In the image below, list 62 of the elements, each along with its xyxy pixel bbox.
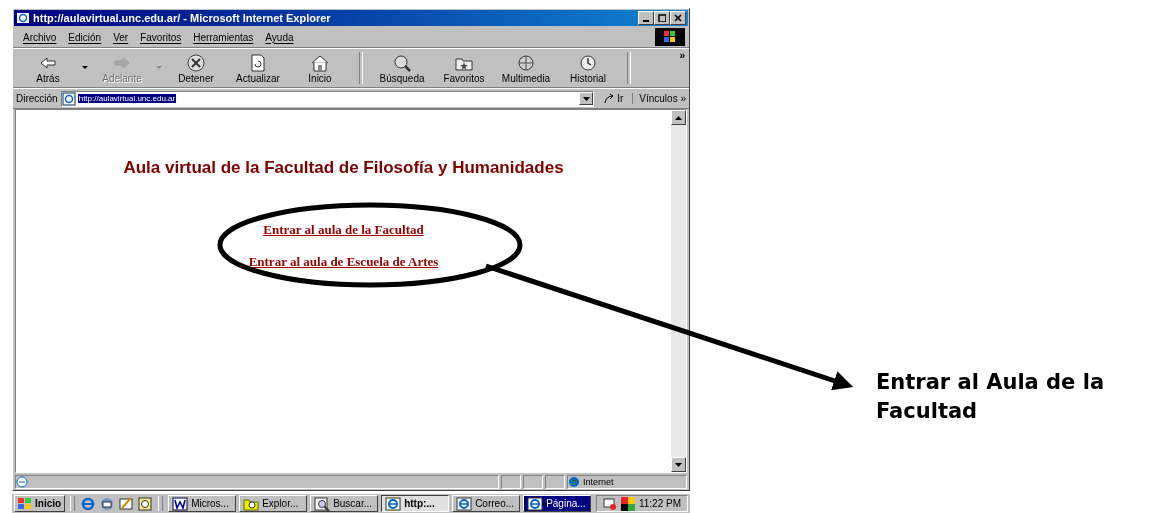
windows-flag-icon [18,497,32,510]
clock: 11:22 PM [638,498,681,509]
menu-item[interactable]: Ver [107,30,135,44]
taskbar-button[interactable]: Página... [523,495,592,512]
toolbar-button[interactable]: Inicio [289,49,351,87]
page-link[interactable]: Entrar al aula de Escuela de Artes [248,254,439,270]
zone-label: Internet [583,476,614,487]
vertical-scrollbar[interactable] [671,110,686,472]
maximize-icon [658,14,666,22]
status-pane [523,474,543,489]
page-icon [61,91,76,106]
window-title: http://aulavirtual.unc.edu.ar/ - Microsoft Internet Explorer [33,12,332,24]
address-field[interactable]: http://aulavirtual.unc.edu.ar [60,90,595,107]
dropdown-arrow-icon [582,96,590,101]
globe-icon [568,475,580,488]
menu-item[interactable]: Ayuda [259,30,300,44]
dropdown-caret-icon [82,66,88,70]
links-button[interactable]: Vínculos » [632,93,686,104]
go-arrow-icon [603,92,616,105]
menu-item[interactable]: Favoritos [134,30,188,44]
dropdown-caret-icon [156,66,162,70]
taskbar-button[interactable]: Buscar... [310,495,379,512]
color-squares-icon [620,496,635,511]
toolbar-button[interactable]: Multimedia [495,49,557,87]
clock-icon [577,52,599,73]
scroll-up-icon [675,115,682,120]
toolbar-button[interactable]: Atrás [17,49,79,87]
go-button[interactable]: Ir [597,92,630,105]
magnifier-icon[interactable] [137,495,154,512]
callout-text: Entrar al Aula de la Facultad [876,369,1106,426]
browser-e-icon[interactable] [80,495,97,512]
desktop-pencil-icon[interactable] [118,495,135,512]
toolbar-button[interactable]: Favoritos [433,49,495,87]
page-heading: Aula virtual de la Facultad de Filosofía y Humanidades [123,158,564,178]
taskbar-button[interactable]: Micros... [168,495,237,512]
minimize-button[interactable] [638,11,654,25]
page-status-icon [16,475,28,488]
taskbar-button[interactable]: http:... [381,495,450,512]
maximize-button[interactable] [654,11,670,25]
menu-item[interactable]: Edición [62,30,108,44]
toolbar-button[interactable]: Detener [165,49,227,87]
address-label: Dirección [16,93,58,104]
taskbar-button[interactable]: Correo... [452,495,521,512]
envelope-globe-icon[interactable] [99,495,116,512]
more-chevron[interactable]: » [679,49,685,61]
page-link[interactable]: Entrar al aula de la Facultad [263,222,424,238]
toolbar-button[interactable]: Búsqueda [371,49,433,87]
browser-icon [16,11,30,25]
toolbar-button[interactable]: Historial [557,49,619,87]
toolbar-button[interactable]: Actualizar [227,49,289,87]
stop-icon [185,52,207,73]
scroll-down-icon [675,462,682,467]
taskbar-button[interactable]: Explor... [239,495,308,512]
status-pane [501,474,521,489]
close-icon [674,14,682,22]
menu-item[interactable]: Herramientas [187,30,260,44]
status-pane [545,474,565,489]
windows-flag-icon [664,31,676,43]
menu-item[interactable]: Archivo [17,30,63,44]
globe-icon [515,52,537,73]
close-button[interactable] [670,11,686,25]
start-button[interactable]: Inicio [14,495,66,512]
